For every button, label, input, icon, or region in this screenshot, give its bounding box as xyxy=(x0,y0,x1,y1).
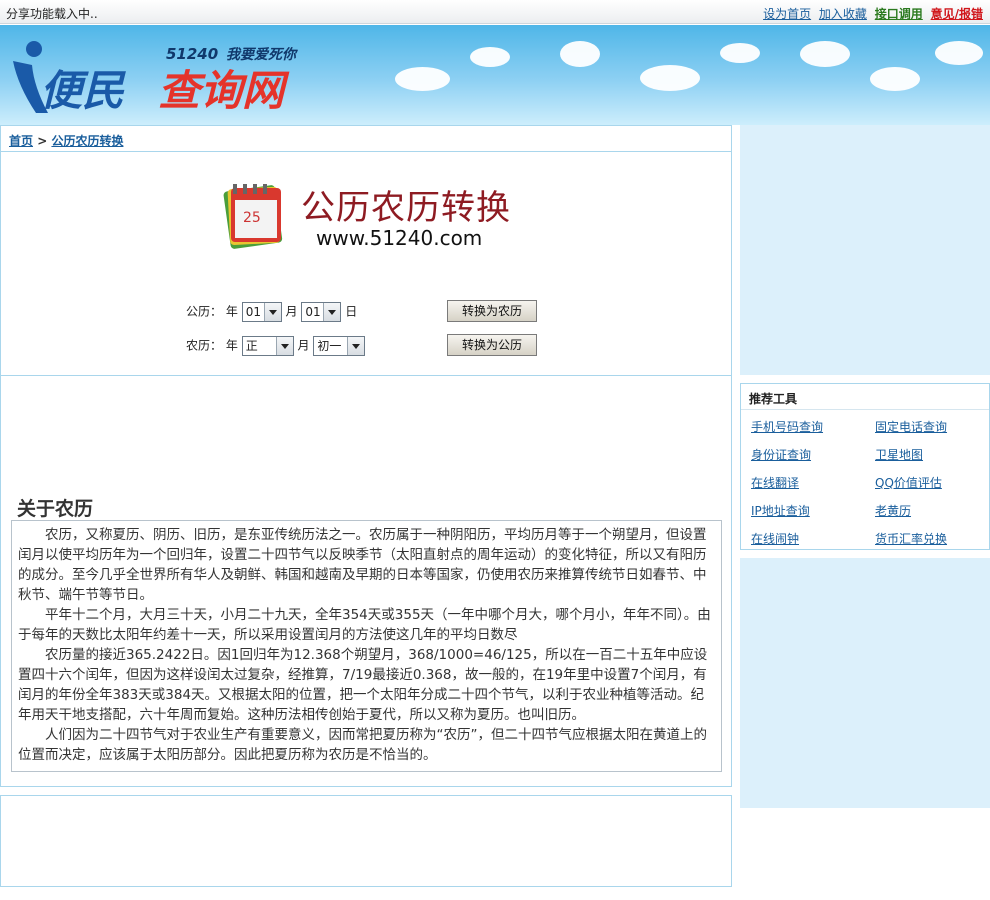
chevron-down-icon xyxy=(275,337,293,355)
convert-to-lunar-button[interactable]: 转换为农历 xyxy=(447,300,537,322)
about-article: 农历，又称夏历、阴历、旧历，是东亚传统历法之一。农历属于一种阴阳历，平均历月等于… xyxy=(11,520,722,772)
tool-link-almanac[interactable]: 老黄历 xyxy=(875,502,911,519)
logo-graphic: 51240 我要爱死你 便民 查询网 xyxy=(13,41,299,115)
cloud-decoration xyxy=(800,41,850,67)
converter-title: 公历农历转换 xyxy=(301,188,511,228)
solar-month-label: 月 xyxy=(285,304,298,319)
svg-text:查询网: 查询网 xyxy=(158,66,290,115)
breadcrumb-separator: > xyxy=(33,134,52,148)
cloud-decoration xyxy=(470,47,510,67)
lunar-day-select[interactable]: 初一 xyxy=(313,336,366,356)
cloud-decoration xyxy=(720,43,760,63)
lunar-label: 农历： xyxy=(186,338,223,353)
site-url: www.51240.com xyxy=(316,226,483,250)
lunar-form-row: 农历： 年 正 月 初一 xyxy=(186,336,366,356)
about-heading: 关于农历 xyxy=(17,498,94,520)
svg-text:51240: 51240 xyxy=(166,45,218,63)
cloud-decoration xyxy=(870,67,920,91)
about-panel: 关于农历 农历，又称夏历、阴历、旧历，是东亚传统历法之一。农历属于一种阴阳历，平… xyxy=(0,375,732,787)
cloud-decoration xyxy=(935,41,983,65)
tool-link-alarm[interactable]: 在线闹钟 xyxy=(751,530,799,547)
tool-link-mobile[interactable]: 手机号码查询 xyxy=(751,418,823,435)
cloud-decoration xyxy=(560,41,600,67)
breadcrumb-current-link[interactable]: 公历农历转换 xyxy=(51,134,123,148)
sidebar-ad-bottom xyxy=(740,558,990,808)
solar-day-label: 日 xyxy=(345,304,358,319)
chevron-down-icon xyxy=(347,337,365,355)
svg-text:25: 25 xyxy=(243,210,261,226)
tool-link-translate[interactable]: 在线翻译 xyxy=(751,474,799,491)
top-bar: 分享功能载入中.. 设为首页 加入收藏 接口调用 意见/报错 xyxy=(0,0,990,24)
recommended-tools: 推荐工具 手机号码查询 固定电话查询 身份证查询 卫星地图 在线翻译 QQ价值评… xyxy=(740,383,990,550)
lunar-day-value: 初一 xyxy=(317,339,342,353)
converter-panel: 首页 > 公历农历转换 25 公历农历转换 www.51240.com 公历： … xyxy=(0,125,732,376)
site-header: 51240 我要爱死你 便民 查询网 xyxy=(0,25,990,125)
solar-day-value: 01 xyxy=(305,305,321,319)
solar-label: 公历： xyxy=(186,304,223,319)
api-link[interactable]: 接口调用 xyxy=(875,7,923,21)
solar-form-row: 公历： 年 01 月 01 日 xyxy=(186,302,357,322)
cloud-decoration xyxy=(395,67,450,91)
tool-link-landline[interactable]: 固定电话查询 xyxy=(875,418,947,435)
sidebar: 推荐工具 手机号码查询 固定电话查询 身份证查询 卫星地图 在线翻译 QQ价值评… xyxy=(740,125,990,900)
convert-to-solar-button[interactable]: 转换为公历 xyxy=(447,334,537,356)
cloud-decoration xyxy=(640,65,700,91)
share-status: 分享功能载入中.. xyxy=(6,7,98,21)
lunar-month-label: 月 xyxy=(297,338,310,353)
solar-day-select[interactable]: 01 xyxy=(301,302,342,322)
set-homepage-link[interactable]: 设为首页 xyxy=(763,7,811,21)
tool-link-currency[interactable]: 货币汇率兑换 xyxy=(875,530,947,547)
svg-text:便民: 便民 xyxy=(40,66,126,115)
add-favorite-link[interactable]: 加入收藏 xyxy=(819,7,867,21)
feedback-link[interactable]: 意见/报错 xyxy=(931,7,983,21)
tool-link-idcard[interactable]: 身份证查询 xyxy=(751,446,811,463)
calendar-icon: 25 xyxy=(223,184,283,249)
lunar-month-value: 正 xyxy=(245,339,258,353)
chevron-down-icon xyxy=(323,303,341,321)
lunar-month-select[interactable]: 正 xyxy=(241,336,294,356)
tool-link-qq-value[interactable]: QQ价值评估 xyxy=(875,474,942,491)
top-links: 设为首页 加入收藏 接口调用 意见/报错 xyxy=(759,5,983,22)
recommended-tools-title: 推荐工具 xyxy=(741,384,989,410)
article-paragraph: 平年十二个月，大月三十天，小月二十九天，全年354天或355天（一年中哪个月大，… xyxy=(18,607,711,643)
tool-link-ip[interactable]: IP地址查询 xyxy=(751,502,810,519)
article-paragraph: 农历量的接近365.2422日。因1回归年为12.368个朔望月，368/100… xyxy=(18,647,708,723)
breadcrumb-home-link[interactable]: 首页 xyxy=(9,134,33,148)
article-paragraph: 人们因为二十四节气对于农业生产有重要意义，因而常把夏历称为“农历”，但二十四节气… xyxy=(18,727,707,763)
solar-month-select[interactable]: 01 xyxy=(241,302,282,322)
solar-month-value: 01 xyxy=(245,305,261,319)
site-logo[interactable]: 51240 我要爱死你 便民 查询网 xyxy=(8,31,328,121)
chevron-down-icon xyxy=(263,303,281,321)
solar-year-label: 年 xyxy=(225,304,238,319)
article-paragraph: 农历，又称夏历、阴历、旧历，是东亚传统历法之一。农历属于一种阴阳历，平均历月等于… xyxy=(18,527,707,603)
sidebar-ad-top xyxy=(740,125,990,375)
breadcrumb: 首页 > 公历农历转换 xyxy=(1,126,731,152)
converter-banner: 25 公历农历转换 www.51240.com xyxy=(221,178,521,258)
bottom-ad-panel xyxy=(0,795,732,887)
lunar-year-label: 年 xyxy=(225,338,238,353)
tool-link-satellite-map[interactable]: 卫星地图 xyxy=(875,446,923,463)
svg-text:我要爱死你: 我要爱死你 xyxy=(226,46,299,63)
